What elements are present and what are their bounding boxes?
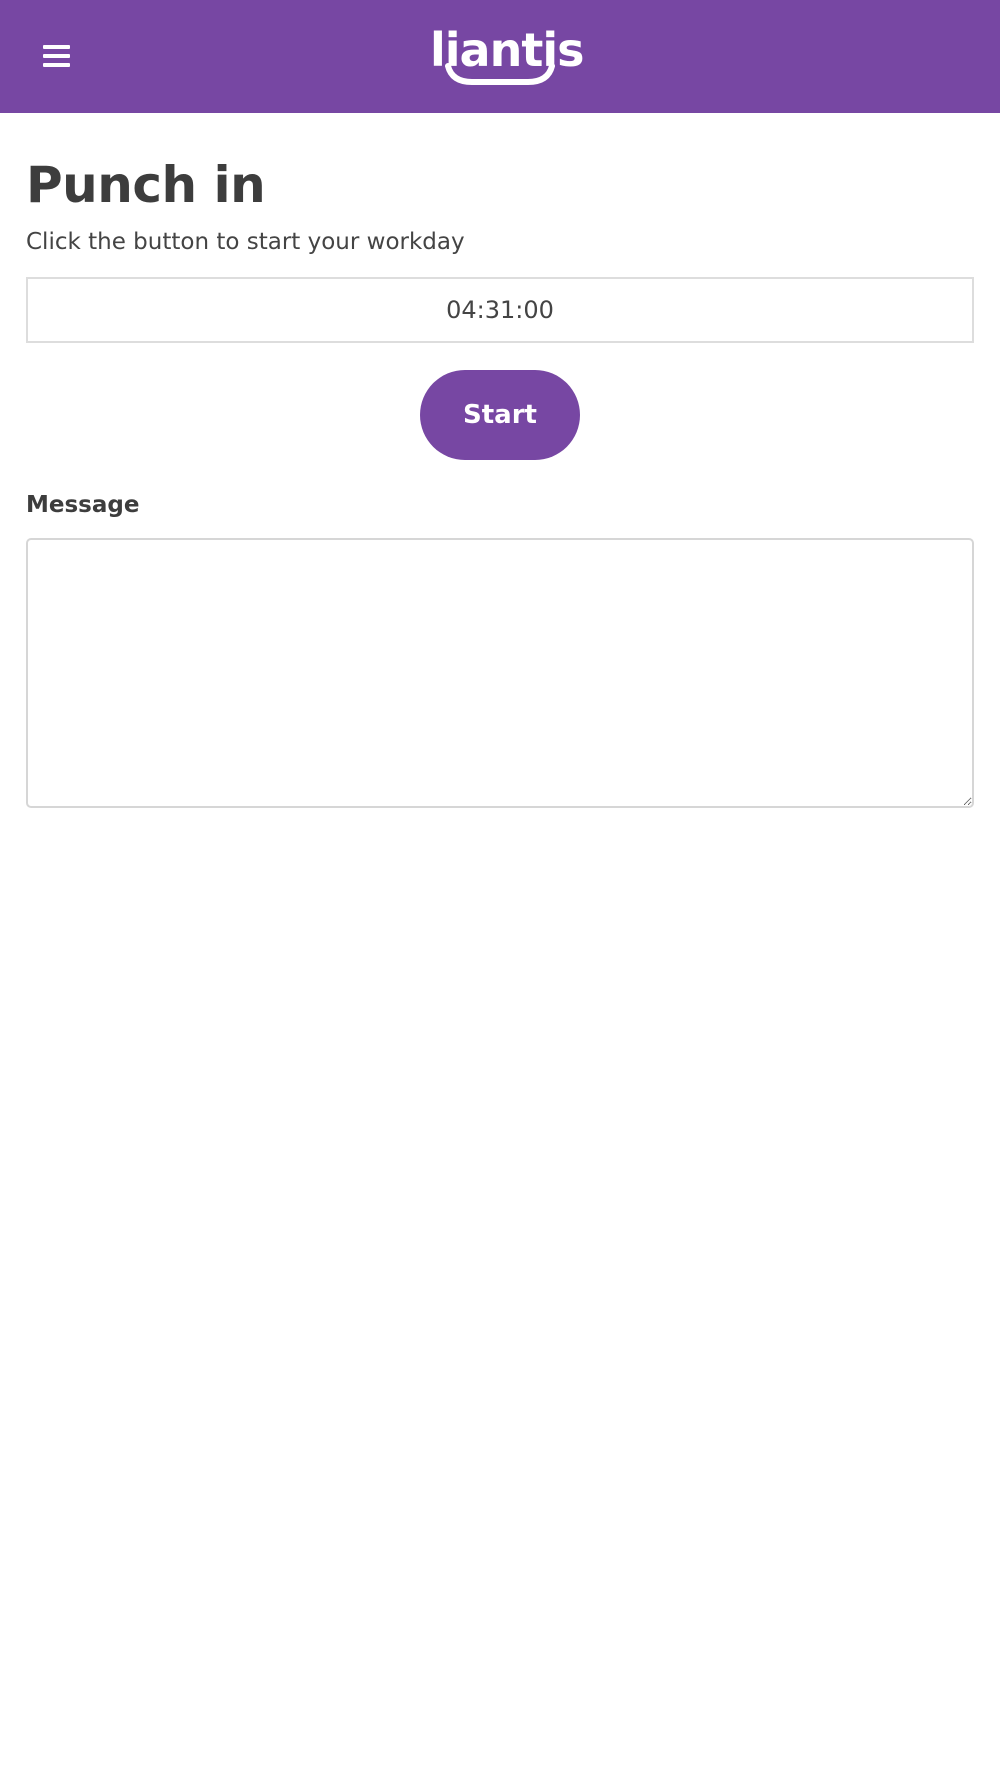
logo-swoosh-icon [445, 63, 555, 85]
start-button[interactable]: Start [420, 370, 580, 460]
message-label: Message [26, 492, 140, 518]
message-textarea[interactable] [26, 538, 974, 808]
page-title: Punch in [26, 156, 266, 214]
hamburger-menu-icon[interactable] [36, 36, 76, 76]
app-header: liantis [0, 0, 1000, 113]
menu-bar [43, 45, 70, 49]
time-value: 04:31:00 [446, 296, 554, 324]
menu-bar [43, 63, 70, 67]
menu-bar [43, 54, 70, 58]
liantis-logo[interactable]: liantis [430, 23, 584, 88]
time-display: 04:31:00 [26, 277, 974, 343]
page-subtitle: Click the button to start your workday [26, 229, 465, 255]
